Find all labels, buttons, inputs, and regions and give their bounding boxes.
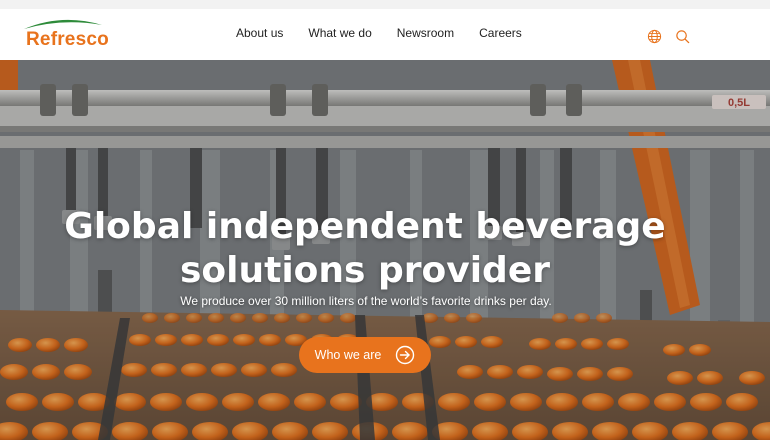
hero-subline: We produce over 30 million liters of the… bbox=[180, 294, 552, 308]
hero-headline-line-1: Global independent beverage bbox=[64, 206, 666, 247]
header-icons bbox=[647, 29, 690, 44]
globe-icon[interactable] bbox=[647, 29, 662, 44]
nav-what-we-do[interactable]: What we do bbox=[308, 26, 371, 40]
who-we-are-label: Who we are bbox=[314, 348, 382, 362]
nav-newsroom[interactable]: Newsroom bbox=[397, 26, 454, 40]
who-we-are-button[interactable]: Who we are bbox=[299, 337, 431, 373]
arrow-right-circle-icon bbox=[396, 345, 415, 365]
main-nav: About us What we do Newsroom Careers bbox=[236, 26, 547, 40]
site-header: Refresco About us What we do Newsroom Ca… bbox=[0, 9, 770, 60]
search-icon[interactable] bbox=[675, 29, 690, 44]
hero-headline-line-2: solutions provider bbox=[179, 250, 550, 291]
nav-about-us[interactable]: About us bbox=[236, 26, 283, 40]
top-strip bbox=[0, 0, 770, 9]
refresco-logo[interactable]: Refresco bbox=[22, 15, 109, 55]
logo-wordmark: Refresco bbox=[26, 29, 109, 50]
hero-banner: 0,5L Global independent beverage solutio… bbox=[0, 60, 770, 440]
hero-headline: Global independent beverage solutions pr… bbox=[0, 205, 730, 293]
nav-careers[interactable]: Careers bbox=[479, 26, 522, 40]
